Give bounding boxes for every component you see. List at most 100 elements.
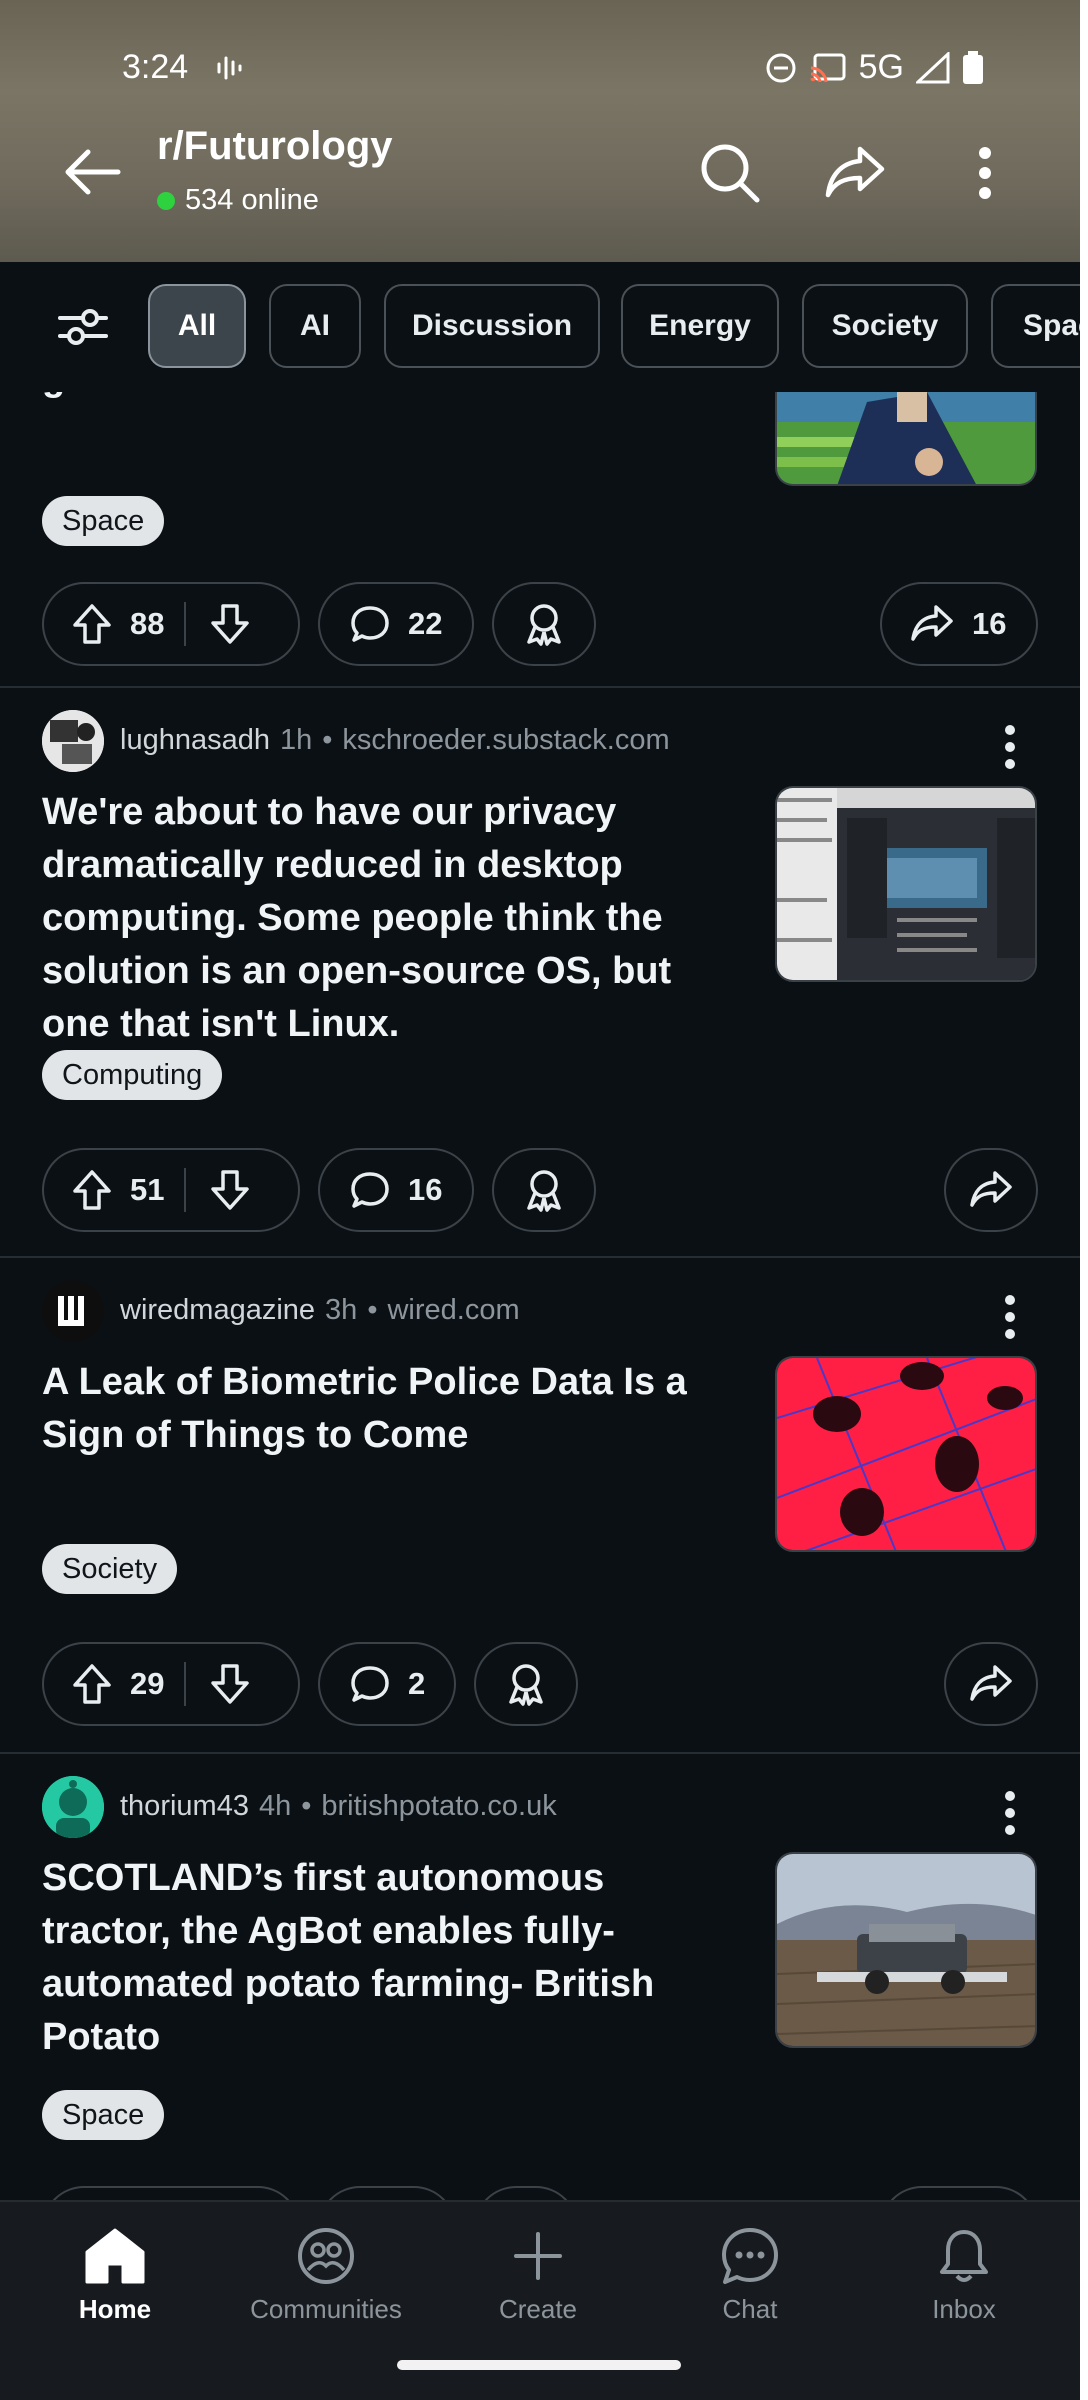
plus-icon [514, 2232, 562, 2280]
search-icon [701, 144, 760, 203]
nav-communities-label: Communities [250, 2294, 402, 2324]
upvote-icon[interactable] [72, 1169, 112, 1211]
post-flair[interactable]: Space [42, 496, 165, 546]
more-options-button[interactable] [950, 138, 1020, 208]
filter-chip-energy[interactable]: Energy [621, 284, 779, 368]
post-more-icon[interactable] [1000, 724, 1020, 770]
post-card[interactable]: grown in vertical farm Space 88 22 [0, 392, 1080, 688]
downvote-icon[interactable] [210, 1663, 250, 1705]
online-label: 534 online [185, 184, 319, 216]
status-time: 3:24 [122, 48, 189, 86]
avatar[interactable] [42, 1280, 104, 1342]
comments-button[interactable]: 22 [318, 582, 474, 666]
post-card[interactable]: wiredmagazine 3h • wired.com A Leak of B… [0, 1258, 1080, 1754]
fingerprint-image [777, 1358, 1035, 1550]
nav-create-label: Create [498, 2294, 578, 2324]
award-button[interactable] [492, 582, 596, 666]
post-thumbnail[interactable] [775, 1852, 1037, 2048]
award-button[interactable] [474, 2186, 578, 2200]
post-title[interactable]: SCOTLAND’s first autonomous tractor, the… [42, 1852, 722, 2064]
comments-button[interactable]: 2 [318, 1642, 456, 1726]
vote-separator [184, 1662, 187, 1706]
home-indicator[interactable] [397, 2360, 681, 2370]
nav-inbox[interactable]: Inbox [874, 2226, 1054, 2325]
downvote-icon[interactable] [210, 1169, 250, 1211]
post-time: 3h [325, 1294, 358, 1326]
share-icon [970, 1665, 1012, 1701]
meta-separator: • [301, 1790, 312, 1822]
post-flair[interactable]: Society [42, 1544, 178, 1594]
filter-chip-discussion[interactable]: Discussion [384, 284, 600, 368]
share-post-button[interactable] [944, 1642, 1038, 1726]
filter-chip-society[interactable]: Society [802, 284, 968, 368]
post-title[interactable]: grown in vertical farm [42, 392, 722, 400]
status-bar: 3:24 5G [0, 44, 1080, 92]
share-post-button[interactable] [944, 1148, 1038, 1232]
post-author[interactable]: lughnasadh [120, 724, 270, 757]
post-author[interactable]: wiredmagazine [120, 1294, 315, 1327]
post-meta: thorium43 4h • britishpotato.co.uk [120, 1790, 557, 1823]
comments-button[interactable]: 4 [318, 2186, 456, 2200]
header-nav: r/Futurology 534 online [0, 120, 1080, 220]
post-domain[interactable]: wired.com [387, 1294, 519, 1327]
upvote-count: 29 [130, 1666, 165, 1701]
post-thumbnail[interactable] [775, 1356, 1037, 1552]
do-not-disturb-icon [766, 53, 796, 82]
avatar[interactable] [42, 710, 104, 772]
search-button[interactable] [695, 138, 765, 208]
post-card[interactable]: thorium43 4h • britishpotato.co.uk SCOTL… [0, 1754, 1080, 2200]
post-title[interactable]: We're about to have our privacy dramatic… [42, 786, 722, 1051]
post-author[interactable]: thorium43 [120, 1790, 249, 1823]
chat-icon [722, 2228, 778, 2284]
back-arrow-icon[interactable] [60, 140, 124, 204]
upvote-icon[interactable] [72, 1663, 112, 1705]
avatar[interactable] [42, 1776, 104, 1838]
post-domain[interactable]: kschroeder.substack.com [342, 724, 669, 757]
vote-separator [184, 602, 187, 646]
post-title[interactable]: A Leak of Biometric Police Data Is a Sig… [42, 1356, 722, 1462]
post-flair[interactable]: Computing [42, 1050, 223, 1100]
nav-communities[interactable]: Communities [236, 2226, 416, 2325]
filter-chip-ai[interactable]: AI [269, 284, 361, 368]
share-post-button[interactable]: 10 [880, 2186, 1038, 2200]
vote-control: 29 [42, 1642, 300, 1726]
post-thumbnail[interactable] [775, 786, 1037, 982]
downvote-icon[interactable] [210, 603, 250, 645]
post-time: 1h [279, 724, 313, 756]
share-icon [911, 605, 953, 641]
status-icons: 5G [765, 48, 984, 87]
post-thumbnail[interactable] [775, 392, 1037, 486]
post-feed: grown in vertical farm Space 88 22 [0, 392, 1080, 2200]
post-more-icon[interactable] [1000, 1294, 1020, 1340]
nav-chat[interactable]: Chat [660, 2226, 840, 2325]
vote-control: 88 [42, 582, 300, 666]
vote-control: 51 [42, 1148, 300, 1232]
filter-chip-space[interactable]: Spac [991, 284, 1080, 368]
filter-settings-icon[interactable] [56, 304, 110, 350]
award-icon [509, 1664, 543, 1706]
comments-button[interactable]: 16 [318, 1148, 474, 1232]
subreddit-title[interactable]: r/Futurology [157, 124, 393, 169]
upvote-count: 51 [130, 1172, 165, 1207]
award-icon [527, 1170, 561, 1212]
share-button[interactable] [820, 138, 890, 208]
flair-filter-bar: All AI Discussion Energy Society Spac [0, 262, 1080, 392]
filter-chip-all[interactable]: All [148, 284, 246, 368]
post-flair[interactable]: Space [42, 2090, 165, 2140]
share-post-button[interactable]: 16 [880, 582, 1038, 666]
share-count: 16 [972, 606, 1007, 641]
online-count: 534 online [157, 184, 319, 217]
award-button[interactable] [492, 1148, 596, 1232]
subreddit-header: 3:24 5G r/Futurology 534 online [0, 0, 1080, 262]
signal-icon [916, 51, 950, 83]
post-card[interactable]: lughnasadh 1h • kschroeder.substack.com … [0, 688, 1080, 1258]
nav-create[interactable]: Create [448, 2226, 628, 2325]
nav-home[interactable]: Home [25, 2226, 205, 2325]
bottom-navigation: Home Communities Create Chat Inbox [0, 2200, 1080, 2400]
upvote-icon[interactable] [72, 603, 112, 645]
share-icon [825, 146, 885, 198]
post-more-icon[interactable] [1000, 1790, 1020, 1836]
award-button[interactable] [474, 1642, 578, 1726]
network-label: 5G [858, 48, 904, 86]
post-domain[interactable]: britishpotato.co.uk [321, 1790, 556, 1823]
